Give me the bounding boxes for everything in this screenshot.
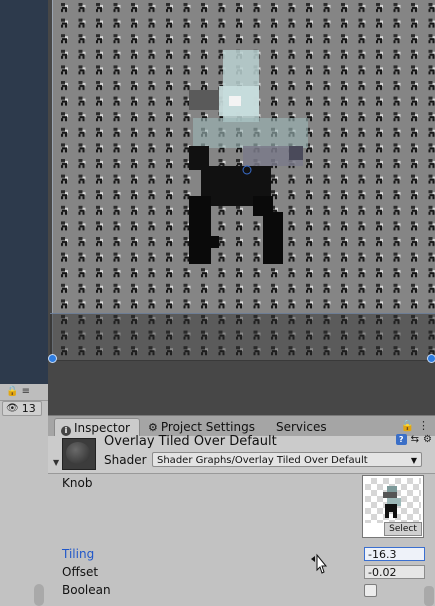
tab-services-label: Services — [276, 420, 327, 434]
shader-label: Shader — [104, 453, 147, 467]
gear-icon: ⚙ — [148, 421, 158, 434]
settings-icon[interactable]: ⚙ — [423, 434, 432, 445]
tiling-label[interactable]: Tiling — [62, 547, 94, 561]
knob-texture-slot[interactable]: Select — [362, 475, 424, 538]
tab-services[interactable]: Services — [270, 418, 340, 437]
help-icon[interactable]: ? — [395, 434, 407, 445]
material-preview-icon — [62, 438, 96, 470]
texture-preview — [365, 478, 421, 523]
selection-handle-left[interactable] — [48, 354, 57, 363]
tab-inspector-label: Inspector — [74, 421, 130, 435]
foldout-arrow-icon[interactable]: ▼ — [53, 458, 59, 467]
material-name: Overlay Tiled Over Default — [104, 434, 277, 449]
inspector-scrollbar[interactable] — [424, 586, 434, 606]
boolean-label: Boolean — [62, 583, 111, 597]
inspector-panel: ▼ Overlay Tiled Over Default Shader Shad… — [48, 434, 435, 606]
tab-menu-icon[interactable]: 🔒 ⋮ — [401, 419, 429, 432]
hidden-count: 13 — [21, 402, 36, 415]
select-button[interactable]: Select — [384, 522, 422, 536]
preset-icon[interactable]: ⇆ — [411, 434, 419, 445]
resize-cursor-icon — [311, 553, 328, 574]
tiling-field[interactable]: -16.3 — [364, 547, 425, 561]
info-icon: i — [61, 426, 71, 436]
shader-dropdown[interactable]: Shader Graphs/Overlay Tiled Over Default… — [152, 452, 422, 467]
knob-label: Knob — [62, 476, 93, 490]
selection-overlay — [50, 313, 435, 361]
hierarchy-panel: 🔒 ≡ 👁 13 — [0, 384, 48, 606]
shader-dropdown-value: Shader Graphs/Overlay Tiled Over Default — [157, 455, 368, 466]
hierarchy-scrollbar[interactable] — [34, 584, 44, 606]
menu-icon[interactable]: ≡ — [22, 386, 30, 397]
material-header: ▼ Overlay Tiled Over Default Shader Shad… — [48, 434, 435, 474]
selection-handle-right[interactable] — [427, 354, 435, 363]
hidden-objects-toggle[interactable]: 👁 13 — [2, 401, 42, 416]
chevron-down-icon: ▼ — [410, 456, 417, 465]
eye-hidden-icon: 👁 — [6, 403, 19, 414]
tab-project-settings-label: Project Settings — [160, 420, 255, 434]
offset-label[interactable]: Offset — [62, 565, 98, 579]
lock-icon[interactable]: 🔒 — [6, 386, 18, 397]
tiled-sprite[interactable] — [52, 0, 435, 360]
boolean-checkbox[interactable] — [364, 584, 377, 597]
offset-field[interactable]: -0.02 — [364, 565, 425, 579]
scene-view[interactable] — [48, 0, 435, 415]
hierarchy-toolbar: 🔒 ≡ — [0, 384, 48, 401]
tile-pattern — [53, 0, 435, 360]
